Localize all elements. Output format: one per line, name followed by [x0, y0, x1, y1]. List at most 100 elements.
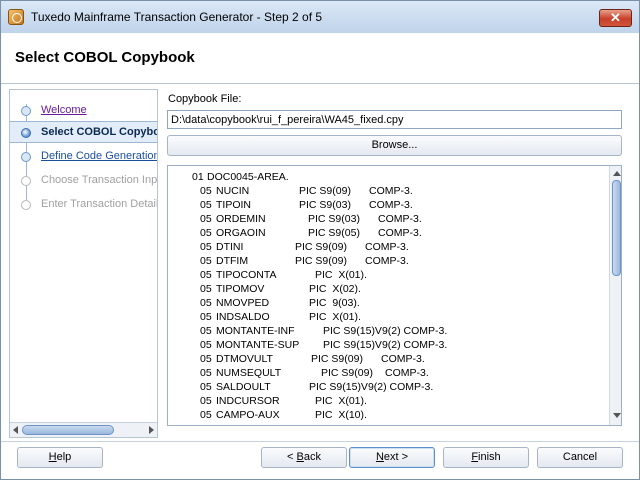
field-usage: COMP-3.: [369, 199, 413, 211]
copybook-line: 05 TIPOMOV PIC X(02).: [168, 283, 604, 297]
field-usage: COMP-3.: [385, 367, 429, 379]
level-number: 05: [200, 339, 212, 351]
preview-vertical-scrollbar[interactable]: [609, 166, 621, 425]
step-indicator-icon: [21, 128, 31, 138]
field-picture: PIC S9(09): [295, 241, 347, 253]
window-title: Tuxedo Mainframe Transaction Generator -…: [31, 10, 323, 24]
level-number: 05: [200, 283, 212, 295]
scroll-up-arrow-icon[interactable]: [613, 171, 621, 176]
field-picture: PIC S9(09): [311, 353, 363, 365]
copybook-file-input[interactable]: [167, 110, 622, 129]
title-bar: Tuxedo Mainframe Transaction Generator -…: [0, 0, 640, 33]
step-label: Define Code Generation: [41, 150, 158, 162]
level-number: 05: [200, 367, 212, 379]
step-label: Select COBOL Copybook: [41, 126, 157, 138]
steps-panel: Welcome Select COBOL Copybook Define Code …: [9, 89, 158, 438]
field-name: DTFIM: [216, 255, 249, 267]
field-picture: PIC X(01).: [315, 269, 367, 281]
copybook-line: 05 ORDEMIN PIC S9(03) COMP-3.: [168, 213, 604, 227]
field-usage: COMP-3.: [378, 227, 422, 239]
level-number: 05: [200, 325, 212, 337]
field-name: NUMSEQULT: [216, 367, 282, 379]
level-number: 05: [200, 213, 212, 225]
help-button[interactable]: Help: [17, 447, 103, 468]
steps-horizontal-scrollbar[interactable]: [10, 422, 157, 437]
level-number: 05: [200, 241, 212, 253]
field-picture: PIC S9(15)V9(2) COMP-3.: [323, 339, 448, 351]
copybook-line: 01 DOC0045-AREA.: [168, 171, 604, 185]
field-picture: PIC S9(05): [308, 227, 360, 239]
copybook-line: 05 NUMSEQULT PIC S9(09) COMP-3.: [168, 367, 604, 381]
copybook-line: 05 TIPOIN PIC S9(03) COMP-3.: [168, 199, 604, 213]
step-item[interactable]: Select COBOL Copybook: [10, 121, 157, 143]
field-picture: PIC X(01).: [309, 311, 361, 323]
field-name: SALDOULT: [216, 381, 271, 393]
cancel-button[interactable]: Cancel: [537, 447, 623, 468]
copybook-line: 05 INDCURSOR PIC X(01).: [168, 395, 604, 409]
field-usage: COMP-3.: [365, 255, 409, 267]
field-name: DTINI: [216, 241, 244, 253]
scroll-down-arrow-icon[interactable]: [613, 413, 621, 418]
field-name: TIPOIN: [216, 199, 252, 211]
field-name: MONTANTE-SUP: [216, 339, 300, 351]
step-indicator-icon: [21, 200, 31, 210]
page-title: Select COBOL Copybook: [15, 49, 195, 66]
step-item[interactable]: Define Code Generation: [10, 146, 158, 168]
copybook-preview[interactable]: 01 DOC0045-AREA. 05 NUCIN PIC S9(09) COMP-3. 0…: [167, 165, 622, 426]
field-name: INDSALDO: [216, 311, 270, 323]
step-label: Enter Transaction Details: [41, 198, 158, 210]
field-name: MONTANTE-INF: [216, 325, 295, 337]
scroll-left-arrow-icon[interactable]: [13, 426, 18, 434]
level-number: 05: [200, 255, 212, 267]
copybook-line: 05 SALDOULT PIC S9(15)V9(2) COMP-3.: [168, 381, 604, 395]
field-usage: COMP-3.: [365, 241, 409, 253]
copybook-line: 05 DTMOVULT PIC S9(09) COMP-3.: [168, 353, 604, 367]
field-name: DTMOVULT: [216, 353, 273, 365]
field-picture: PIC S9(09): [299, 185, 351, 197]
scroll-right-arrow-icon[interactable]: [149, 426, 154, 434]
copybook-line: 05 DTFIM PIC S9(09) COMP-3.: [168, 255, 604, 269]
field-picture: PIC S9(15)V9(2) COMP-3.: [309, 381, 434, 393]
level-number: 05: [200, 199, 212, 211]
copybook-line: 05 DTINI PIC S9(09) COMP-3.: [168, 241, 604, 255]
field-name: TIPOCONTA: [216, 269, 277, 281]
field-usage: COMP-3.: [381, 353, 425, 365]
level-number: 05: [200, 353, 212, 365]
field-usage: COMP-3.: [378, 213, 422, 225]
scrollbar-thumb[interactable]: [612, 180, 621, 276]
step-item: Enter Transaction Details: [10, 194, 158, 216]
field-picture: PIC S9(03): [308, 213, 360, 225]
wizard-header: Select COBOL Copybook: [1, 33, 639, 83]
field-picture: PIC S9(15)V9(2) COMP-3.: [323, 325, 448, 337]
step-item[interactable]: Welcome: [10, 100, 157, 122]
copybook-file-label: Copybook File:: [168, 93, 242, 105]
scrollbar-thumb[interactable]: [22, 425, 114, 435]
field-name: ORDEMIN: [216, 213, 266, 225]
step-indicator-icon: [21, 176, 31, 186]
copybook-line: 05 NUCIN PIC S9(09) COMP-3.: [168, 185, 604, 199]
level-number: 05: [200, 395, 212, 407]
back-button[interactable]: < Back: [261, 447, 347, 468]
app-icon: [8, 9, 24, 25]
finish-button[interactable]: Finish: [443, 447, 529, 468]
field-picture: PIC S9(03): [299, 199, 351, 211]
next-button[interactable]: Next >: [349, 447, 435, 468]
field-picture: PIC X(02).: [309, 283, 361, 295]
footer-divider: [1, 441, 639, 442]
copybook-line: 05 TIPOCONTA PIC X(01).: [168, 269, 604, 283]
close-button[interactable]: ✕: [599, 9, 632, 27]
level-number: 05: [200, 409, 212, 421]
step-indicator-icon: [21, 152, 31, 162]
level-number: 05: [200, 297, 212, 309]
browse-button[interactable]: Browse...: [167, 135, 622, 156]
level-number: 05: [200, 269, 212, 281]
field-picture: PIC S9(09): [321, 367, 373, 379]
copybook-line: 05 NMOVPED PIC 9(03).: [168, 297, 604, 311]
field-name: NMOVPED: [216, 297, 270, 309]
field-name: NUCIN: [216, 185, 250, 197]
level-number: 01: [192, 171, 204, 183]
field-usage: COMP-3.: [369, 185, 413, 197]
field-picture: PIC X(01).: [315, 395, 367, 407]
field-picture: PIC 9(03).: [309, 297, 360, 309]
field-picture: PIC S9(09): [295, 255, 347, 267]
